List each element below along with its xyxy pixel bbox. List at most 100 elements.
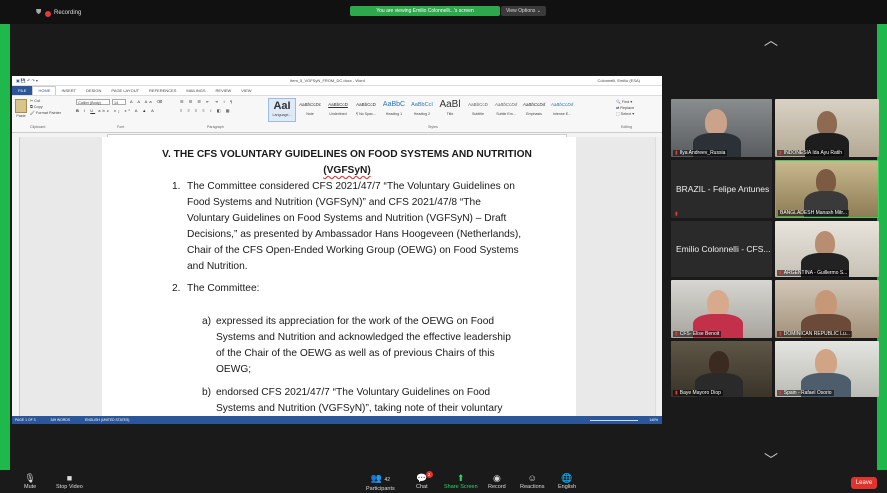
microphone-icon: 🎙 [24,473,36,483]
mute-button[interactable]: 🎙 Mute [24,473,36,490]
participant-name-large: Emilio Colonnelli - CFS... [676,244,771,254]
vertical-scrollbar[interactable] [655,137,662,416]
participant-face [816,169,836,193]
page-count[interactable]: PAGE 1 OF 3 [15,418,35,422]
tab-design[interactable]: DESIGN [81,88,106,93]
style-intense-emphasis[interactable]: AaBbCcDd Intense E... [548,98,576,122]
vertical-ruler[interactable] [12,137,20,416]
participants-icon: 👥 42 [370,473,391,483]
scroll-up-chevron-icon[interactable]: ︿ [764,30,778,50]
font-grow-shrink[interactable]: A A Aa ⌫ [130,99,164,104]
paste-button[interactable]: Paste [15,99,27,119]
item-1-text: The Committee considered CFS 2021/47/7 “… [187,181,522,272]
document-title: Item_5_VGFSyN_FROM_DC.docx - Word [290,78,365,83]
clipboard-group-label: Clipboard [30,125,46,129]
participant-name: ▮ CFS- Elise Benoit [673,331,722,337]
format-painter-button[interactable]: 🖌 Format Painter [30,110,61,116]
clipboard-icon [15,99,27,113]
reactions-button[interactable]: ☺ Reactions [520,473,544,490]
style-no-spacing[interactable]: AaBbCcD ¶ No Spac... [352,98,380,122]
sub-a-text: expressed its appreciation for the work … [216,316,511,375]
participant-tile[interactable]: ▮ CFS- Elise Benoit [671,280,772,338]
sub-b-text: endorsed CFS 2021/47/7 “The Voluntary Gu… [216,387,503,414]
share-screen-button[interactable]: ⬆ Share Screen [444,473,478,490]
paragraph-group-label: Paragraph [207,125,224,129]
font-group-label: Font [117,125,125,129]
muted-mic-icon: ▮ [675,150,678,156]
tab-page-layout[interactable]: PAGE LAYOUT [106,88,144,93]
tab-view[interactable]: VIEW [236,88,256,93]
participant-face [705,109,727,135]
participant-tile[interactable]: ▮ Baye Mayoro Diop [671,341,772,397]
font-name-select[interactable]: Calibri (Body) [76,99,110,105]
zoom-slider[interactable] [590,420,638,421]
ribbon: Paste ✂ Cut ⧉ Copy 🖌 Format Painter Clip… [12,96,662,133]
zoom-level[interactable]: 140% [649,416,658,424]
font-format-buttons[interactable]: B I U abc x₂ x² A ▲ A [76,108,156,113]
interpretation-button[interactable]: 🌐 English [558,473,576,490]
shield-icon: ⛊ [36,9,42,16]
participant-tile[interactable]: ▮ DOMINICAN REPUBLIC Lu... [775,280,879,338]
reactions-icon: ☺ [527,473,537,483]
chat-button[interactable]: 💬 2 Chat [416,471,433,490]
participant-tile[interactable]: ▮ ARGENTINA - Guillermo S... [775,221,879,277]
participants-button[interactable]: 👥 42 Participants [366,473,395,492]
tab-mailings[interactable]: MAILINGS [181,88,210,93]
video-camera-icon: ■ [66,473,73,483]
tab-insert[interactable]: INSERT [56,88,81,93]
font-size-select[interactable]: 14 [112,99,126,105]
muted-mic-icon: ▮ [675,331,678,337]
quick-access-icons[interactable]: ▣ 💾 ↶ ↷ ▾ [16,78,38,83]
record-button[interactable]: ◉ Record [488,473,506,490]
style-emphasis[interactable]: AaBbCcDd Emphasis [520,98,548,122]
style-underlined[interactable]: AaBbCcD Underlined [324,98,352,122]
tab-review[interactable]: REVIEW [211,88,237,93]
participant-face [709,351,729,375]
participant-tile[interactable]: ▮ Ilya Andreev_Russia [671,99,772,157]
zoom-top-bar: ⛊ Recording You are viewing Emilio Colon… [0,0,887,24]
tab-home[interactable]: HOME [32,86,57,95]
style-subtle-emphasis[interactable]: AaBbCcDd Subtle Em... [492,98,520,122]
section-heading: V. THE CFS VOLUNTARY GUIDELINES ON FOOD … [162,149,532,176]
stop-video-button[interactable]: ■ Stop Video [56,473,83,490]
participant-name: BANGLADESH Manash Mitr... [778,210,849,216]
user-name: Colonnelli, Emilio (ESA) [597,78,640,83]
select-button[interactable]: ⬚ Select ▾ [616,111,634,117]
scroll-down-chevron-icon[interactable]: ﹀ [764,450,778,470]
item-2-text: The Committee: [187,283,260,294]
language-status[interactable]: ENGLISH (UNITED STATES) [85,418,129,422]
list-buttons[interactable]: ☰ ☰ ☰ ⇤ ⇥ ↕ ¶ [180,99,234,104]
participant-name: ▮ Baye Mayoro Diop [673,390,723,396]
tab-references[interactable]: REFERENCES [144,88,181,93]
participant-name: ▮ ARGENTINA - Guillermo S... [777,270,850,276]
recording-label: Recording [54,10,82,16]
participant-tile[interactable]: Emilio Colonnelli - CFS... [671,221,772,277]
style-heading-2[interactable]: AaBbCcI Heading 2 [408,98,436,122]
chat-icon: 💬 2 [416,471,433,484]
muted-mic-icon: ▮ [779,331,782,337]
participant-tile[interactable]: ▮ INDONESIA Ida Ayu Ratih [775,99,879,157]
document-page[interactable]: V. THE CFS VOLUNTARY GUIDELINES ON FOOD … [102,137,576,416]
view-options-button[interactable]: View Options ⌄ [501,6,546,16]
ribbon-tabs: FILE HOME INSERT DESIGN PAGE LAYOUT REFE… [12,86,662,96]
style-subtitle[interactable]: AaBbCcD Subtitle [464,98,492,122]
style-title[interactable]: AaBl Title [436,98,464,122]
clipboard-actions: ✂ Cut ⧉ Copy 🖌 Format Painter [30,98,61,116]
participant-tile[interactable]: ▮ Spain - Rafael Osorio [775,341,879,397]
participant-face [815,231,835,255]
word-count[interactable]: 349 WORDS [50,418,70,422]
style-heading-1[interactable]: AaBbC Heading 1 [380,98,408,122]
participant-tile[interactable]: BRAZIL - Felipe Antunes ▮ [671,160,772,218]
word-title-bar: ▣ 💾 ↶ ↷ ▾ Item_5_VGFSyN_FROM_DC.docx - W… [12,76,662,86]
participant-tile-active[interactable]: BANGLADESH Manash Mitr... [775,160,879,218]
tab-file[interactable]: FILE [12,86,33,95]
styles-group-label: Styles [428,125,438,129]
style-note[interactable]: AaBbCcDc Note [296,98,324,122]
muted-mic-icon: ▮ [675,390,678,396]
globe-icon: 🌐 [561,473,573,483]
muted-mic-icon: ▮ [779,390,782,396]
meeting-toolbar: 🎙 Mute ■ Stop Video 👥 42 Participants 💬 2 Cha… [0,470,887,493]
style-language[interactable]: AaI Language... [268,98,296,122]
leave-button[interactable]: Leave [851,477,877,489]
alignment-buttons[interactable]: ≡ ≡ ≡ ≡ ↕ ◧ ▦ [180,108,232,113]
